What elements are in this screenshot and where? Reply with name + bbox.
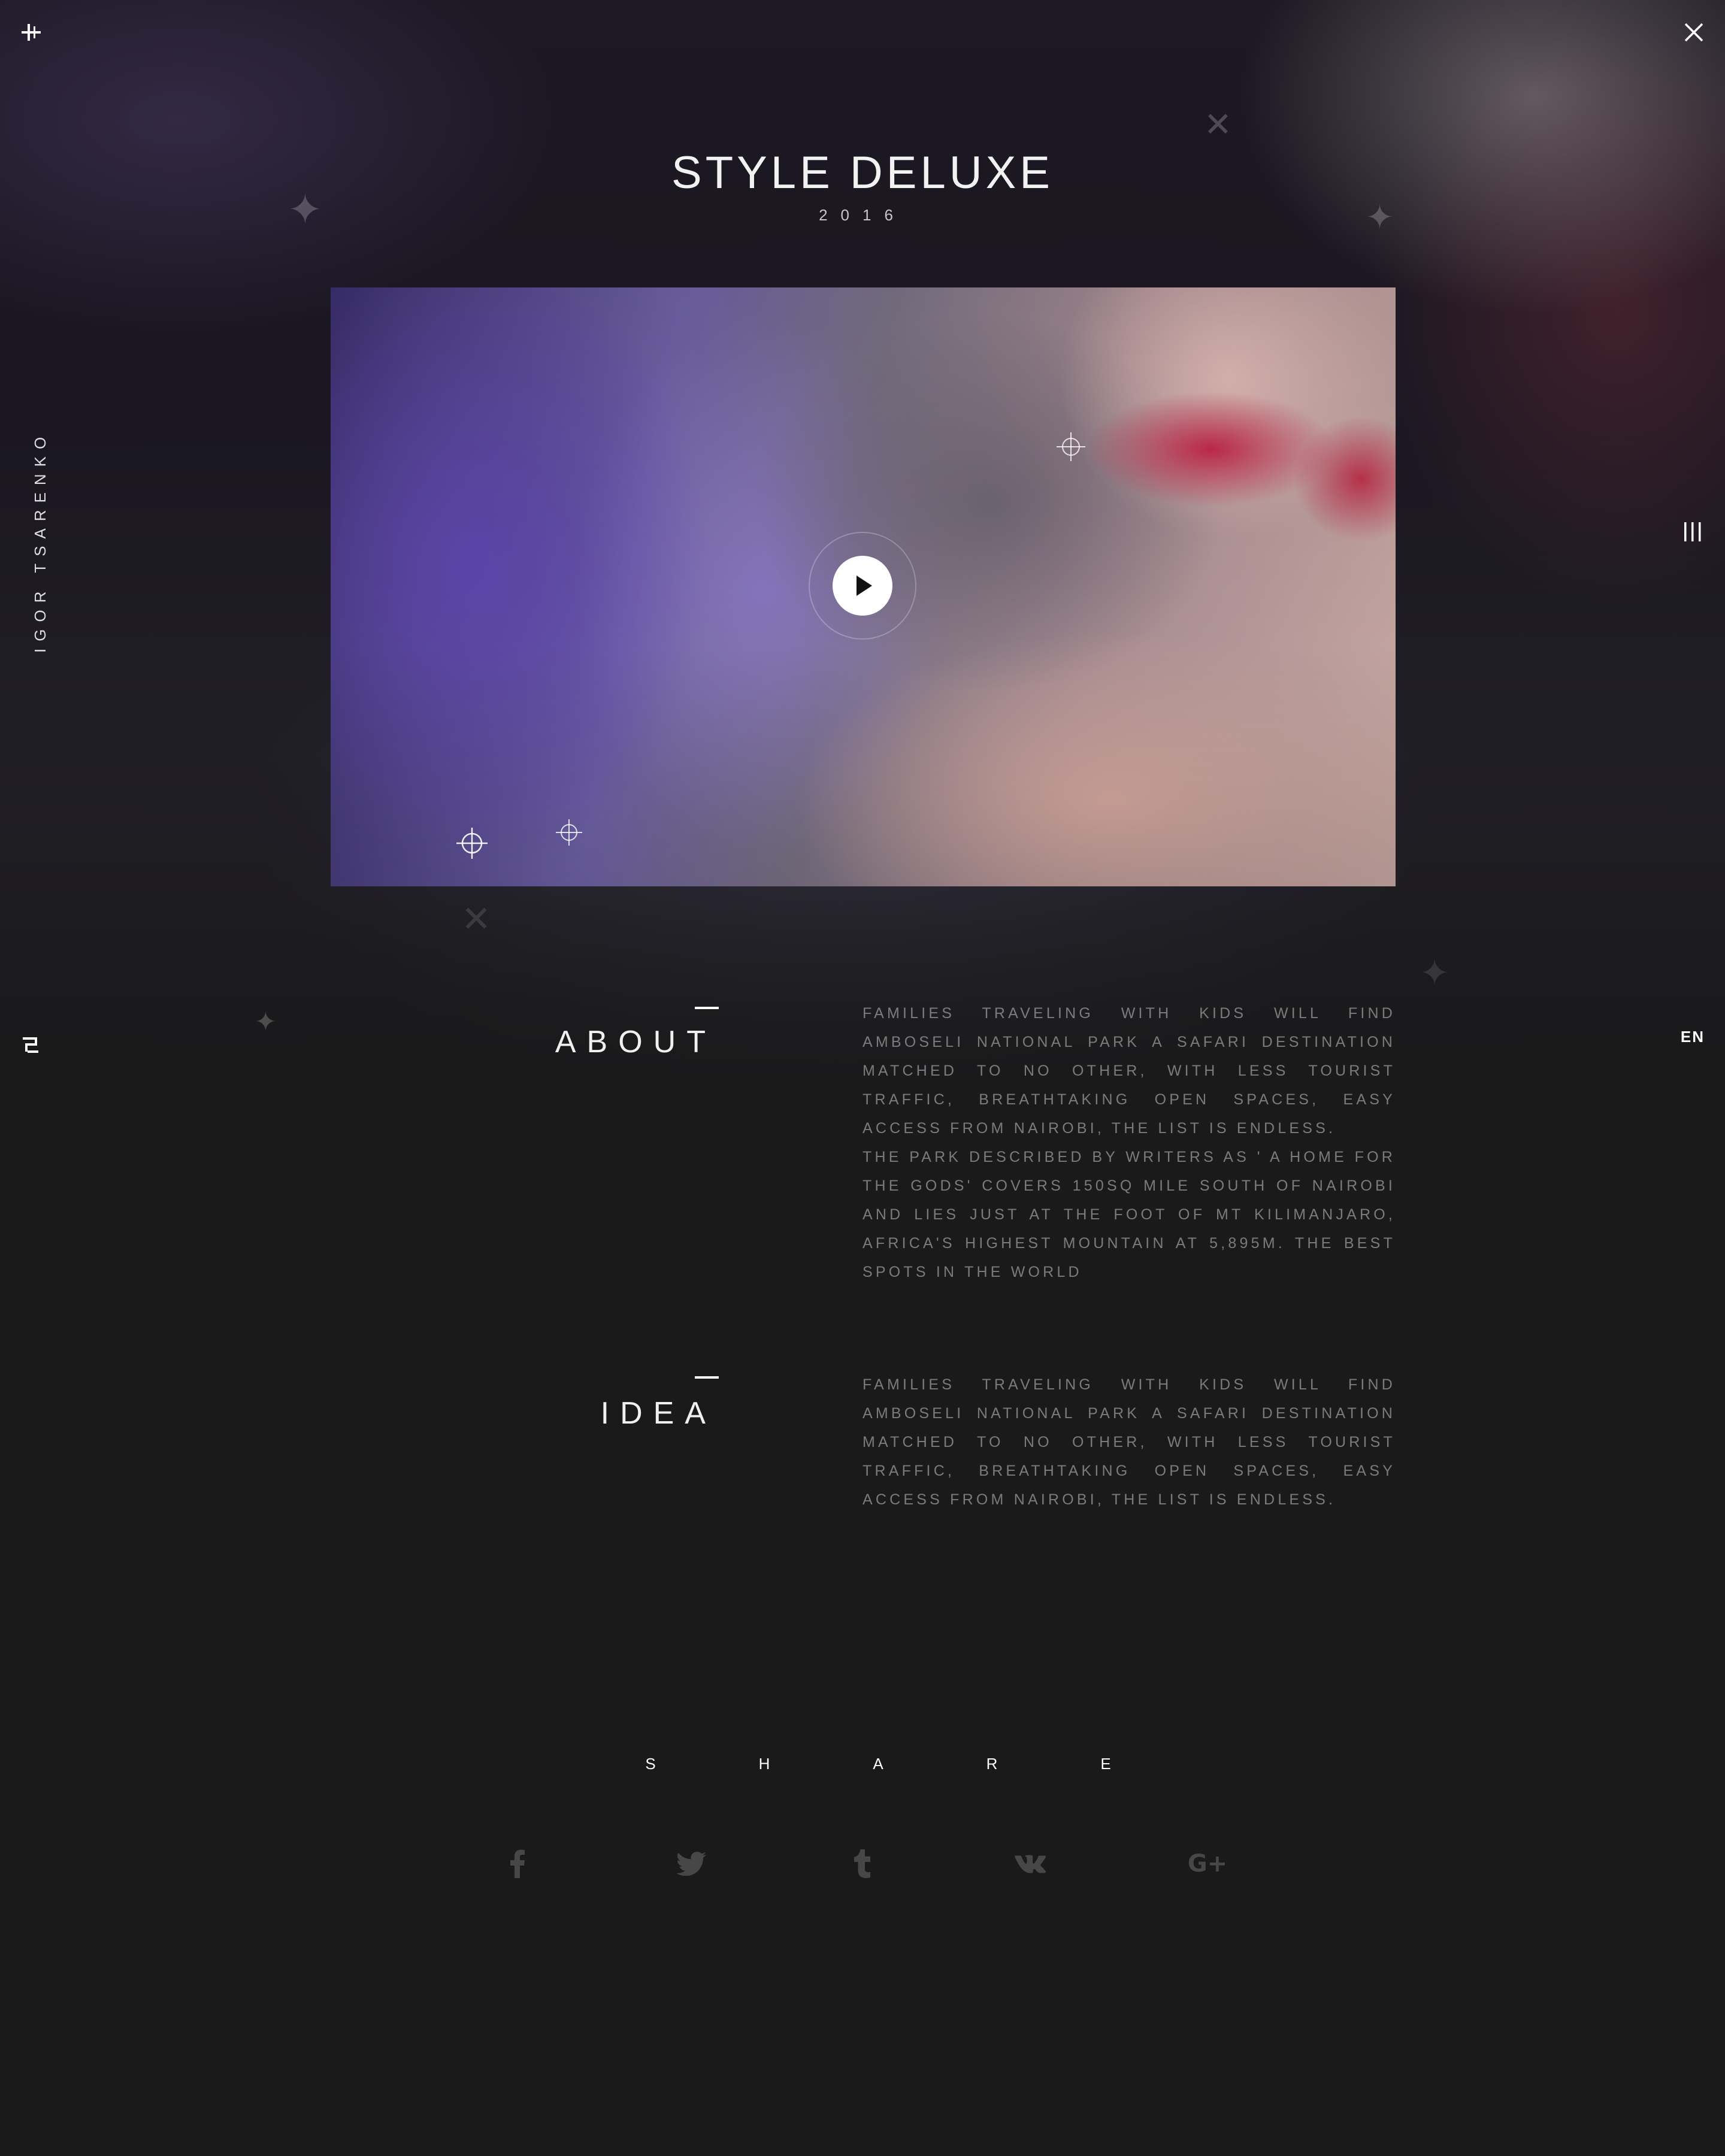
menu-icon[interactable] [1681,520,1705,544]
sparkle-decoration: ✕ [1204,105,1232,143]
tumblr-icon[interactable] [839,1846,886,1882]
share-letter: A [873,1755,883,1773]
section-dash [695,1007,719,1009]
share-letter: R [986,1755,998,1773]
section-body-about: Families traveling with kids will find A… [862,999,1396,1286]
page-title: STYLE DELUXE [671,147,1054,198]
video-player[interactable] [331,287,1396,886]
sparkle-decoration: ✦ [255,1007,277,1037]
sparkle-decoration: ✦ [1420,953,1450,993]
google-plus-icon[interactable]: G+ [1184,1846,1231,1882]
section-paragraph: The park described by writers as ' a hom… [862,1149,1396,1280]
sparkle-decoration: ✕ [461,899,492,939]
section-title-about: ABOUT [555,1025,716,1059]
vk-icon[interactable] [1006,1846,1054,1882]
section-body-idea: Families traveling with kids will find A… [862,1370,1396,1514]
crosshair-icon [556,819,582,846]
brand-logo-icon[interactable] [20,1035,41,1055]
project-year: 2016 [819,206,906,224]
crosshair-icon [456,828,488,859]
plus-icon[interactable] [20,22,42,43]
crosshair-icon [1057,432,1085,461]
section-dash [695,1376,719,1379]
share-letter: E [1100,1755,1111,1773]
language-switch[interactable]: EN [1681,1028,1705,1046]
facebook-icon[interactable] [494,1846,541,1882]
section-paragraph: Families traveling with kids will find A… [862,1005,1396,1137]
author-name: IGOR TSARENKO [31,429,49,653]
share-letter: S [645,1755,656,1773]
play-icon[interactable] [833,556,892,616]
section-paragraph: Families traveling with kids will find A… [862,1376,1396,1508]
close-icon[interactable] [1683,22,1705,43]
section-title-idea: IDEA [600,1396,716,1431]
share-letter: H [758,1755,770,1773]
twitter-icon[interactable] [667,1846,715,1882]
share-heading: S H A R E [638,1755,1118,1779]
